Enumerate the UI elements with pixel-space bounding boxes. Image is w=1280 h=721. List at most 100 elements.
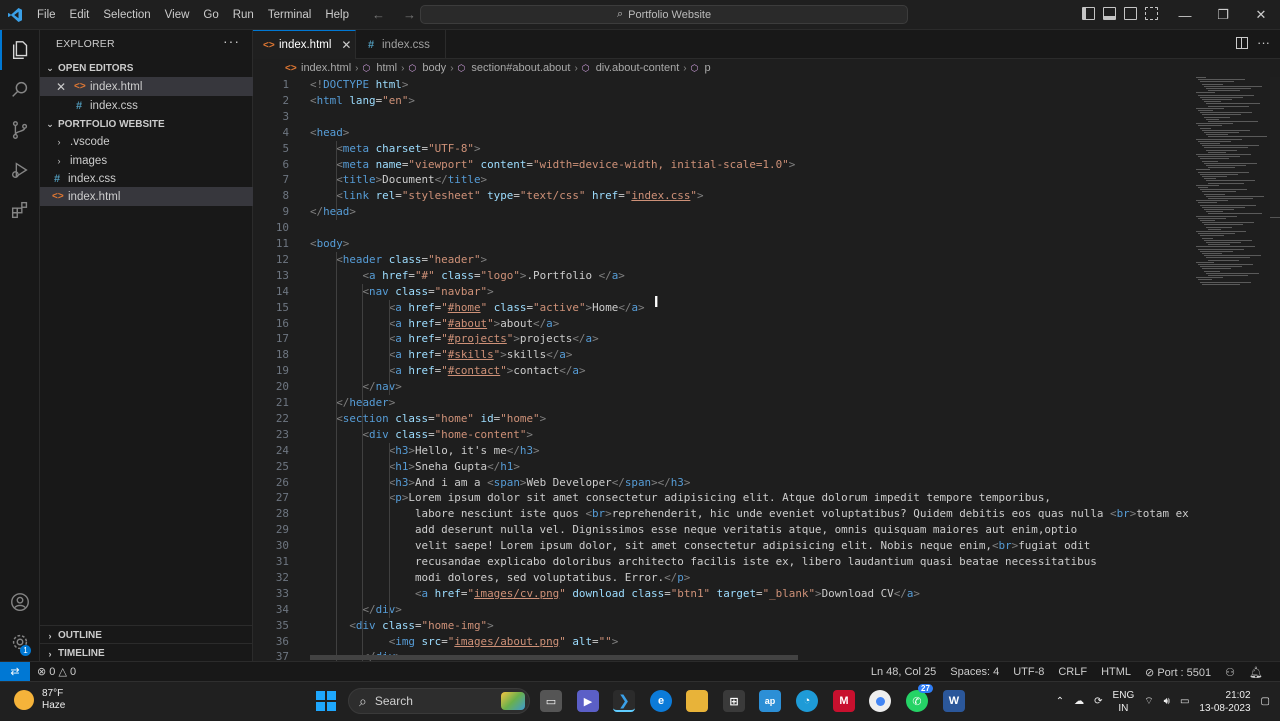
code-line[interactable]: 31 recusandae explicabo doloribus archite…	[253, 554, 1193, 570]
open-editor-item-index-html[interactable]: ✕ <> index.html	[40, 77, 253, 96]
code-line[interactable]: 4 <head>	[253, 125, 1193, 141]
code-line[interactable]: 22 <section class="home" id="home">	[253, 411, 1193, 427]
taskbar-search[interactable]: ⌕ Search	[348, 688, 530, 714]
open-editors-header[interactable]: ⌄ OPEN EDITORS	[40, 58, 253, 78]
whatsapp-icon[interactable]: ✆ 27	[906, 684, 933, 712]
remote-indicator-icon[interactable]: ⇄	[0, 661, 30, 682]
task-view-icon[interactable]: ▭	[540, 690, 562, 712]
vpn-icon[interactable]: ◔	[796, 690, 818, 712]
code-line[interactable]: 23 <div class="home-content">	[253, 427, 1193, 443]
code-line[interactable]: 12 <header class="header">	[253, 252, 1193, 268]
menu-view[interactable]: View	[158, 0, 197, 30]
more-actions-icon[interactable]: ···	[223, 33, 240, 49]
chevron-up-icon[interactable]: ⌃	[1056, 696, 1064, 707]
language-mode[interactable]: HTML	[1094, 666, 1138, 678]
extensions-icon[interactable]	[0, 190, 40, 230]
weather-widget[interactable]: 87°F Haze	[14, 688, 65, 712]
tree-item-index-css[interactable]: # index.css	[40, 169, 253, 188]
onedrive-cloud-icon[interactable]: ☁	[1074, 696, 1084, 707]
close-tab-icon[interactable]: ✕	[341, 38, 351, 52]
explorer-icon[interactable]	[0, 30, 40, 70]
volume-icon[interactable]: 🔊︎	[1164, 696, 1170, 707]
code-line[interactable]: 16 <a href="#about">about</a>	[253, 316, 1193, 332]
source-control-icon[interactable]	[0, 110, 40, 150]
code-line[interactable]: 3	[253, 109, 1193, 125]
code-line[interactable]: 17 <a href="#projects">projects</a>	[253, 331, 1193, 347]
breadcrumb-item[interactable]: html	[376, 62, 397, 74]
code-line[interactable]: 35 <div class="home-img">	[253, 618, 1193, 634]
accounts-icon[interactable]	[0, 582, 40, 622]
code-line[interactable]: 1 <!DOCTYPE html>	[253, 77, 1193, 93]
code-line[interactable]: 36 <img src="images/about.png" alt="">	[253, 634, 1193, 650]
code-line[interactable]: 24 <h3>Hello, it's me</h3>	[253, 443, 1193, 459]
folder-header[interactable]: ⌄ PORTFOLIO WEBSITE	[40, 114, 253, 134]
end-of-line[interactable]: CRLF	[1051, 666, 1094, 678]
language-indicator[interactable]: ENG IN	[1113, 689, 1135, 715]
code-line[interactable]: 9 </head>	[253, 204, 1193, 220]
code-line[interactable]: 30 velit saepe! Lorem ipsum dolor, sit am…	[253, 538, 1193, 554]
indentation[interactable]: Spaces: 4	[943, 666, 1006, 678]
back-arrow-icon[interactable]: ←	[372, 7, 385, 22]
open-editor-item-index-css[interactable]: # index.css	[40, 96, 253, 115]
breadcrumb-item[interactable]: div.about-content	[596, 62, 680, 74]
word-icon[interactable]: W	[943, 690, 965, 712]
menu-edit[interactable]: Edit	[63, 0, 97, 30]
tree-item-index-html[interactable]: <> index.html	[40, 187, 253, 206]
tab-index-html[interactable]: <> index.html ✕	[253, 30, 356, 59]
code-line[interactable]: 6 <meta name="viewport" content="width=de…	[253, 157, 1193, 173]
app-icon[interactable]: ap	[759, 690, 781, 712]
problems-indicator[interactable]: ⊗ 0 △ 0	[30, 665, 83, 678]
code-line[interactable]: 2 <html lang="en">	[253, 93, 1193, 109]
code-line[interactable]: 19 <a href="#contact">contact</a>	[253, 363, 1193, 379]
toggle-secondary-sidebar-icon[interactable]	[1124, 7, 1137, 20]
vscode-taskbar-icon[interactable]: ❯	[613, 690, 635, 712]
forward-arrow-icon[interactable]: →	[403, 7, 416, 22]
chrome-icon[interactable]	[869, 690, 891, 712]
split-editor-icon[interactable]	[1236, 37, 1248, 49]
file-explorer-icon[interactable]	[686, 690, 708, 712]
cursor-position[interactable]: Ln 48, Col 25	[864, 666, 943, 678]
vertical-scrollbar[interactable]	[1270, 77, 1280, 661]
menu-terminal[interactable]: Terminal	[261, 0, 318, 30]
code-line[interactable]: 27 <p>Lorem ipsum dolor sit amet consecte…	[253, 490, 1193, 506]
microsoft-store-icon[interactable]: ⊞	[723, 690, 745, 712]
tab-index-css[interactable]: # index.css	[356, 30, 446, 59]
code-line[interactable]: 29 add deserunt nulla vel. Dignissimos es…	[253, 522, 1193, 538]
live-server-port[interactable]: ⊘ Port : 5501	[1138, 666, 1218, 679]
code-line[interactable]: 32 modi dolores, sed voluptatibus. Error.…	[253, 570, 1193, 586]
code-line[interactable]: 13 <a href="#" class="logo">.Portfolio </…	[253, 268, 1193, 284]
code-line[interactable]: 21 </header>	[253, 395, 1193, 411]
menu-selection[interactable]: Selection	[96, 0, 157, 30]
maximize-button[interactable]: ❐	[1204, 0, 1242, 30]
close-window-button[interactable]: ✕	[1242, 0, 1280, 30]
run-debug-icon[interactable]	[0, 150, 40, 190]
mcafee-icon[interactable]: M	[833, 690, 855, 712]
toggle-primary-sidebar-icon[interactable]	[1082, 7, 1095, 20]
breadcrumb-item[interactable]: index.html	[301, 62, 351, 74]
breadcrumb-item[interactable]: p	[704, 62, 710, 74]
timeline-header[interactable]: › TIMELINE	[40, 643, 253, 663]
notifications-bell-icon[interactable]: 🔔︎	[1242, 666, 1270, 679]
close-icon[interactable]: ✕	[40, 80, 66, 94]
more-actions-icon[interactable]: ···	[1257, 35, 1270, 50]
outline-header[interactable]: › OUTLINE	[40, 625, 253, 645]
notification-icon[interactable]: ▢	[1261, 696, 1270, 707]
code-editor[interactable]: 1 <!DOCTYPE html> 2 <html lang="en"> 3 4 <head…	[253, 77, 1193, 661]
code-line[interactable]: 14 <nav class="navbar">	[253, 284, 1193, 300]
start-windows-icon[interactable]	[316, 691, 336, 711]
menu-help[interactable]: Help	[318, 0, 356, 30]
encoding[interactable]: UTF-8	[1006, 666, 1051, 678]
code-line[interactable]: 20 </nav>	[253, 379, 1193, 395]
code-line[interactable]: 25 <h1>Sneha Gupta</h1>	[253, 459, 1193, 475]
wifi-icon[interactable]: ⌔	[1144, 695, 1153, 708]
teams-chat-icon[interactable]: ▶	[577, 690, 599, 712]
command-center[interactable]: ⌕ Portfolio Website	[420, 5, 908, 24]
menu-file[interactable]: File	[30, 0, 63, 30]
clock[interactable]: 21:02 13-08-2023	[1199, 689, 1250, 715]
code-line[interactable]: 28 labore nesciunt iste quos <br>reprehen…	[253, 506, 1193, 522]
menu-run[interactable]: Run	[226, 0, 261, 30]
code-line[interactable]: 7 <title>Document</title>	[253, 172, 1193, 188]
battery-icon[interactable]: ▭	[1180, 696, 1189, 707]
code-line[interactable]: 34 </div>	[253, 602, 1193, 618]
code-line[interactable]: 33 <a href="images/cv.png" download class…	[253, 586, 1193, 602]
